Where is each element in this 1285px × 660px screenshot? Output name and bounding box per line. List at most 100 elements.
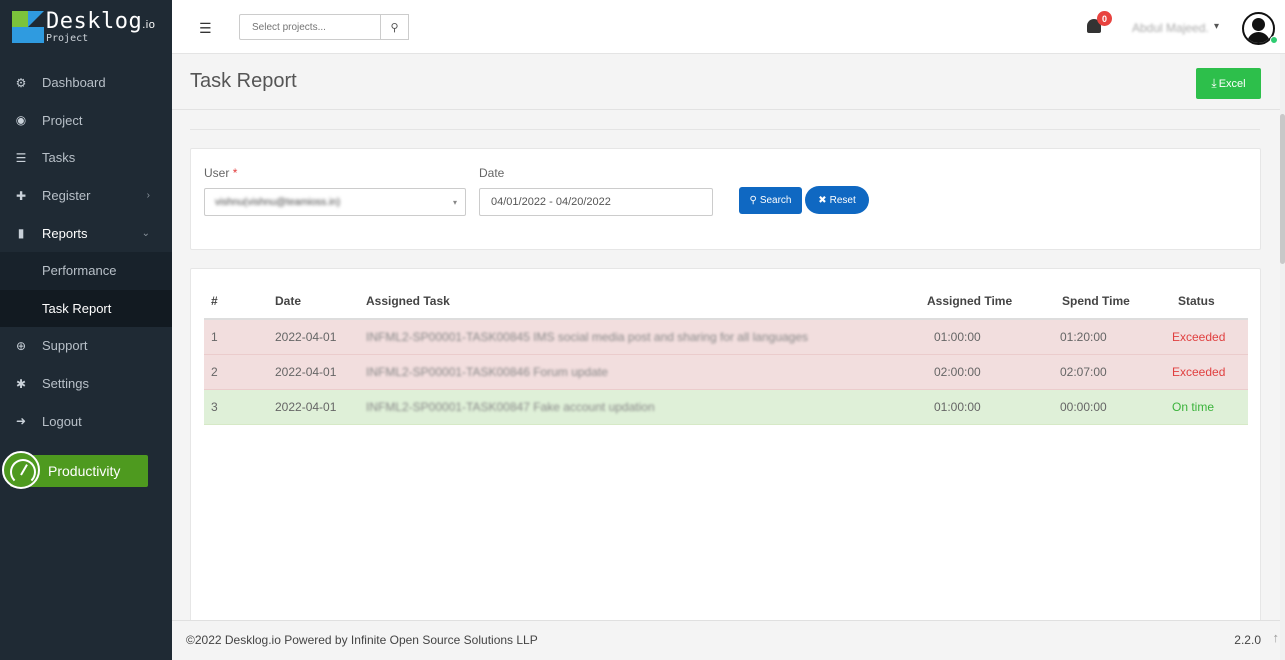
table-row: 2 2022-04-01 INFML2-SP00001-TASK00846 Fo…: [204, 354, 1248, 390]
row-spend-time: 01:20:00: [1055, 319, 1165, 355]
row-task-cell: INFML2-SP00001-TASK00847 Fake account up…: [357, 389, 927, 425]
settings-icon: ✱: [15, 376, 27, 391]
app-version: 2.2.0: [1234, 633, 1261, 647]
row-date: 2022-04-01: [262, 389, 357, 425]
sidebar-item-label: Register: [42, 188, 91, 204]
filter-panel: User * vishnu(vishnu@teamioss.in) ▾ Date…: [190, 148, 1261, 250]
col-header-assigned-task: Assigned Task: [357, 283, 927, 320]
search-icon[interactable]: ⚲: [381, 14, 409, 40]
row-task-cell: INFML2-SP00001-TASK00846 Forum update: [357, 354, 927, 390]
brand-name: Desklog.io: [46, 8, 156, 34]
sidebar-item-support[interactable]: ⊕ Support: [0, 327, 172, 365]
online-status-icon: [1270, 36, 1278, 44]
row-assigned-time: 02:00:00: [927, 354, 1055, 390]
productivity-button[interactable]: Productivity: [2, 451, 148, 489]
date-range-input[interactable]: [479, 188, 713, 216]
col-header-assigned-time: Assigned Time: [927, 283, 1055, 320]
sidebar-item-dashboard[interactable]: ⚙ Dashboard: [0, 64, 172, 102]
sidebar-item-register[interactable]: ✚ Register ›: [0, 177, 172, 215]
page-header: Task Report ⤓ Excel: [172, 54, 1282, 110]
logout-icon: ➜: [15, 414, 27, 429]
chevron-down-icon: ⌄: [141, 227, 150, 239]
sidebar-item-performance[interactable]: Performance: [0, 251, 172, 290]
project-search-input[interactable]: [239, 14, 381, 40]
sidebar: Desklog.io Project ⚙ Dashboard ◉ Project…: [0, 0, 172, 660]
desklog-logo-icon: [12, 11, 44, 43]
row-spend-time: 02:07:00: [1055, 354, 1165, 390]
sidebar-item-label: Support: [42, 338, 88, 354]
scroll-to-top-icon[interactable]: ↑: [1273, 630, 1280, 645]
search-button-label: Search: [759, 195, 792, 206]
sidebar-item-label: Logout: [42, 413, 82, 429]
sidebar-item-task-report[interactable]: Task Report: [0, 289, 172, 328]
col-header-date: Date: [262, 283, 357, 320]
page-scrollbar[interactable]: [1280, 54, 1285, 660]
footer: ©2022 Desklog.io Powered by Infinite Ope…: [172, 620, 1285, 660]
notification-badge: 0: [1097, 11, 1112, 26]
excel-export-button[interactable]: ⤓ Excel: [1196, 68, 1261, 99]
scrollbar-thumb[interactable]: [1280, 114, 1285, 264]
notifications-button[interactable]: 0: [1087, 11, 1112, 33]
tasks-icon: ☰: [15, 150, 27, 165]
sidebar-item-logout[interactable]: ➜ Logout: [0, 402, 172, 440]
sidebar-item-label: Dashboard: [42, 75, 106, 91]
reset-button[interactable]: ✖ Reset: [805, 186, 869, 214]
sidebar-item-label: Reports: [42, 225, 88, 241]
sidebar-nav: ⚙ Dashboard ◉ Project ☰ Tasks ✚ Register…: [0, 64, 172, 440]
sidebar-item-label: Project: [42, 112, 83, 128]
table-row: 3 2022-04-01 INFML2-SP00001-TASK00847 Fa…: [204, 389, 1248, 425]
user-label: User *: [204, 166, 238, 180]
excel-label: Excel: [1218, 77, 1246, 90]
support-icon: ⊕: [15, 338, 27, 353]
project-search: ⚲: [239, 14, 409, 40]
plus-icon: ✚: [15, 188, 27, 203]
menu-toggle-icon[interactable]: ☰: [199, 20, 212, 37]
divider: [190, 129, 1260, 130]
row-task: INFML2-SP00001-TASK00845 IMS social medi…: [366, 329, 809, 344]
row-task-cell: INFML2-SP00001-TASK00845 IMS social medi…: [357, 319, 927, 355]
sidebar-item-project[interactable]: ◉ Project: [0, 102, 172, 140]
bar-chart-icon: ▮: [17, 226, 25, 241]
row-task: INFML2-SP00001-TASK00846 Forum update: [366, 364, 608, 379]
brand-sub: Project: [46, 32, 89, 44]
row-number: 3: [204, 389, 262, 425]
row-assigned-time: 01:00:00: [927, 389, 1055, 425]
sidebar-item-label: Tasks: [42, 150, 76, 166]
page-title: Task Report: [190, 70, 297, 92]
footer-copyright: ©2022 Desklog.io Powered by Infinite Ope…: [186, 633, 538, 647]
close-icon: ✖: [818, 194, 827, 206]
chevron-down-icon[interactable]: ▾: [1214, 21, 1219, 32]
row-number: 1: [204, 319, 262, 355]
row-spend-time: 00:00:00: [1055, 389, 1165, 425]
sidebar-item-label: Settings: [42, 376, 89, 392]
report-table-panel: # Date Assigned Task Assigned Time Spend…: [190, 268, 1261, 660]
sidebar-item-tasks[interactable]: ☰ Tasks: [0, 139, 172, 177]
user-name[interactable]: Abdul Majeed.: [1132, 21, 1209, 35]
sidebar-item-reports[interactable]: ▮ Reports ⌄: [0, 214, 172, 252]
user-select-value: vishnu(vishnu@teamioss.in): [215, 196, 341, 208]
dashboard-icon: ⚙: [15, 75, 27, 90]
date-label: Date: [479, 166, 505, 180]
col-header-spend-time: Spend Time: [1055, 283, 1165, 320]
table-row: 1 2022-04-01 INFML2-SP00001-TASK00845 IM…: [204, 319, 1248, 355]
row-date: 2022-04-01: [262, 319, 357, 355]
reset-button-label: Reset: [829, 194, 856, 206]
topbar: ☰ ⚲ 0 Abdul Majeed. ▾: [172, 0, 1285, 54]
col-header-number: #: [204, 283, 262, 320]
table-header-row: # Date Assigned Task Assigned Time Spend…: [204, 283, 1248, 320]
user-select[interactable]: vishnu(vishnu@teamioss.in) ▾: [204, 188, 466, 216]
chevron-down-icon: ▾: [452, 197, 457, 207]
productivity-label: Productivity: [48, 463, 121, 479]
row-task: INFML2-SP00001-TASK00847 Fake account up…: [366, 399, 655, 414]
brand-logo[interactable]: Desklog.io Project: [0, 0, 172, 54]
row-status: On time: [1165, 389, 1248, 425]
row-assigned-time: 01:00:00: [927, 319, 1055, 355]
download-icon: ⤓: [1211, 76, 1217, 90]
row-date: 2022-04-01: [262, 354, 357, 390]
chevron-right-icon: ›: [146, 190, 150, 202]
sidebar-item-settings[interactable]: ✱ Settings: [0, 365, 172, 403]
task-report-table: # Date Assigned Task Assigned Time Spend…: [204, 283, 1248, 425]
col-header-status: Status: [1165, 283, 1248, 320]
row-status: Exceeded: [1165, 354, 1248, 390]
search-button[interactable]: ⚲ Search: [739, 187, 802, 214]
